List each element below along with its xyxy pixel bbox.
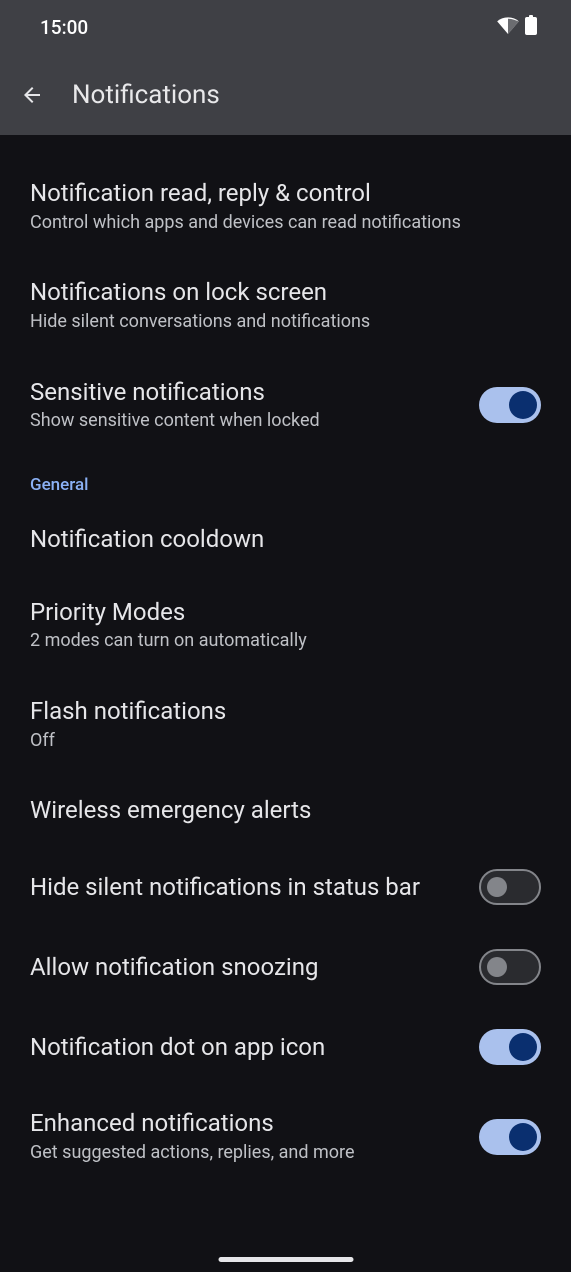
item-title: Hide silent notifications in status bar xyxy=(30,873,479,902)
toggle-enhanced-notifications[interactable] xyxy=(479,1119,541,1155)
item-hide-silent-status-bar[interactable]: Hide silent notifications in status bar xyxy=(0,847,571,927)
item-flash-notifications[interactable]: Flash notifications Off xyxy=(0,675,571,774)
back-button[interactable] xyxy=(20,83,44,107)
item-enhanced-notifications[interactable]: Enhanced notifications Get suggested act… xyxy=(0,1087,571,1186)
page-title: Notifications xyxy=(72,80,220,110)
toggle-sensitive-notifications[interactable] xyxy=(479,387,541,423)
item-title: Priority Modes xyxy=(30,598,541,627)
item-title: Notification cooldown xyxy=(30,525,541,554)
item-subtitle: Show sensitive content when locked xyxy=(30,410,479,433)
item-title: Allow notification snoozing xyxy=(30,953,479,982)
item-subtitle: Off xyxy=(30,730,541,753)
content: Notification read, reply & control Contr… xyxy=(0,135,571,1186)
wifi-icon xyxy=(497,16,519,39)
item-priority-modes[interactable]: Priority Modes 2 modes can turn on autom… xyxy=(0,576,571,675)
item-title: Sensitive notifications xyxy=(30,378,479,407)
item-notification-cooldown[interactable]: Notification cooldown xyxy=(0,503,571,576)
item-title: Enhanced notifications xyxy=(30,1109,479,1138)
status-time: 15:00 xyxy=(40,16,88,39)
nav-handle[interactable] xyxy=(218,1257,353,1262)
item-sensitive-notifications[interactable]: Sensitive notifications Show sensitive c… xyxy=(0,356,571,455)
toggle-hide-silent[interactable] xyxy=(479,869,541,905)
section-general-label: General xyxy=(0,455,571,503)
item-title: Notification read, reply & control xyxy=(30,179,541,208)
battery-icon xyxy=(525,15,537,40)
item-title: Flash notifications xyxy=(30,697,541,726)
toggle-snoozing[interactable] xyxy=(479,949,541,985)
item-subtitle: Control which apps and devices can read … xyxy=(30,212,541,235)
item-title: Notification dot on app icon xyxy=(30,1033,479,1062)
item-subtitle: 2 modes can turn on automatically xyxy=(30,630,541,653)
item-read-reply-control[interactable]: Notification read, reply & control Contr… xyxy=(0,135,571,256)
item-lock-screen[interactable]: Notifications on lock screen Hide silent… xyxy=(0,256,571,355)
status-icons xyxy=(497,15,537,40)
item-notification-snoozing[interactable]: Allow notification snoozing xyxy=(0,927,571,1007)
status-bar: 15:00 xyxy=(0,0,571,55)
toggle-notification-dot[interactable] xyxy=(479,1029,541,1065)
item-title: Notifications on lock screen xyxy=(30,278,541,307)
item-title: Wireless emergency alerts xyxy=(30,796,541,825)
item-subtitle: Hide silent conversations and notificati… xyxy=(30,311,541,334)
item-subtitle: Get suggested actions, replies, and more xyxy=(30,1142,479,1165)
item-wireless-emergency-alerts[interactable]: Wireless emergency alerts xyxy=(0,774,571,847)
header-bar: Notifications xyxy=(0,55,571,135)
item-notification-dot[interactable]: Notification dot on app icon xyxy=(0,1007,571,1087)
arrow-left-icon xyxy=(20,82,44,108)
